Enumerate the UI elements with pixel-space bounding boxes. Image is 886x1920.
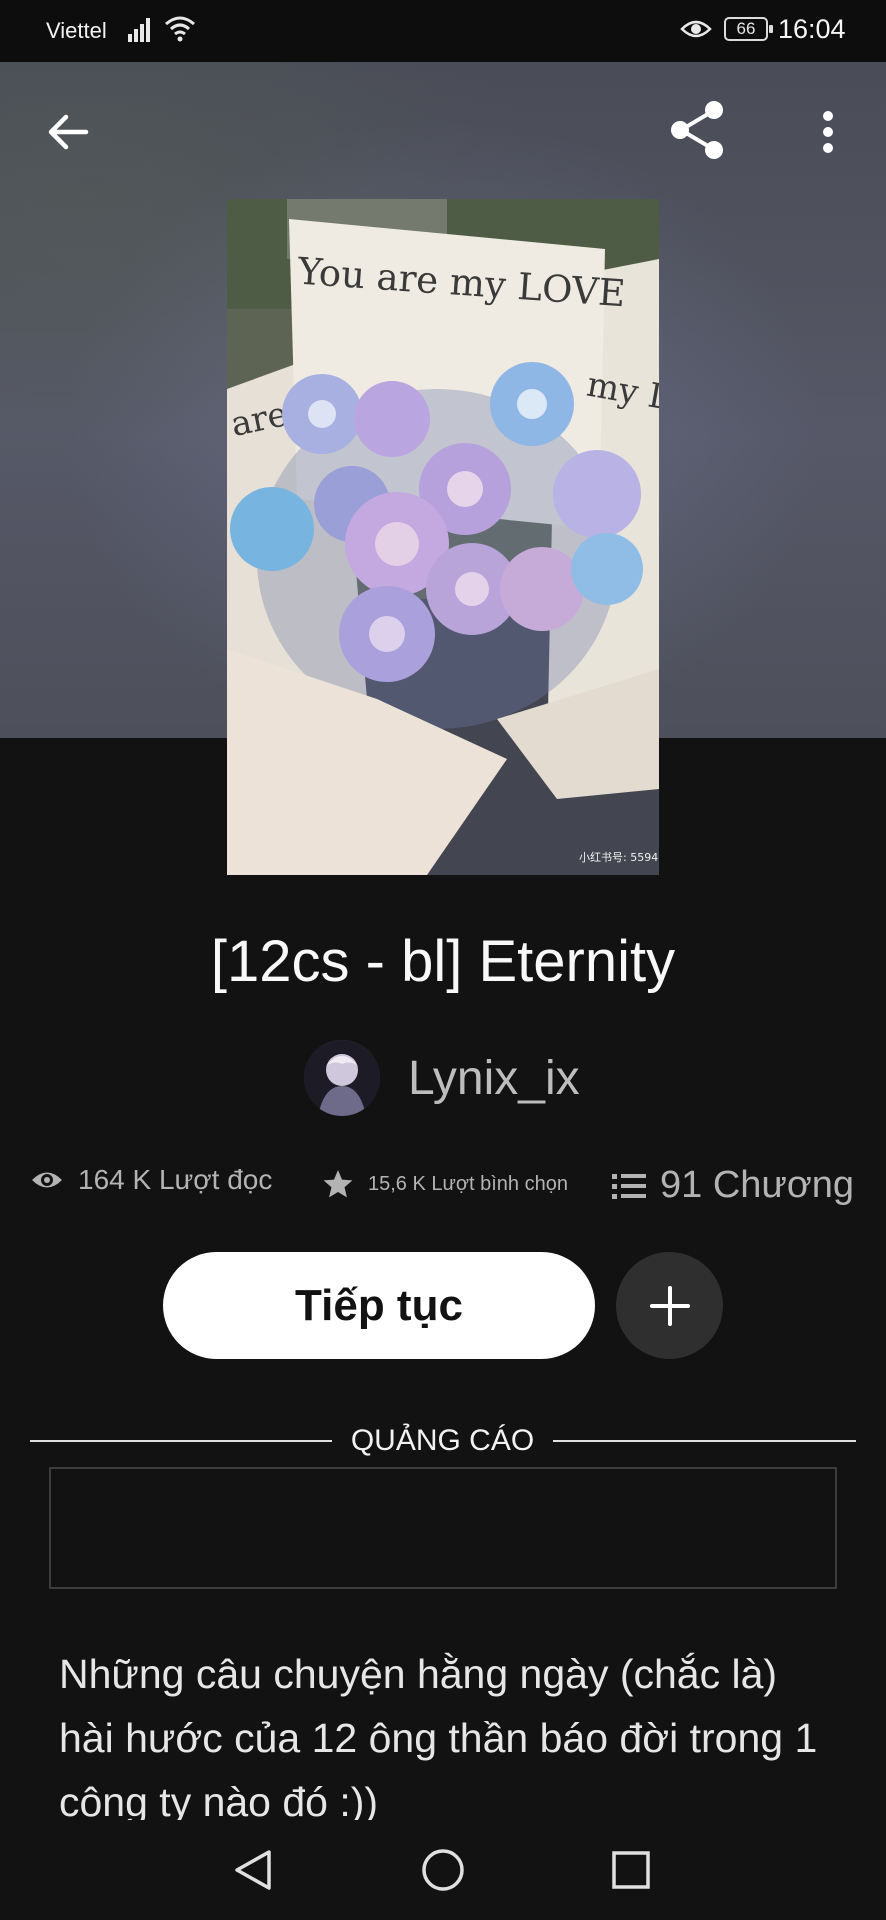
battery-indicator: 66	[724, 17, 773, 41]
eye-icon	[30, 1168, 64, 1192]
eye-comfort-icon	[680, 17, 712, 46]
add-to-library-button[interactable]	[616, 1252, 723, 1359]
author-name: Lynix_ix	[408, 1051, 580, 1105]
votes-stat: 15,6 K Lượt bình chọn	[322, 1168, 568, 1200]
ad-slot[interactable]	[49, 1467, 837, 1589]
divider	[553, 1440, 856, 1442]
list-icon	[612, 1172, 646, 1200]
reads-stat: 164 K Lượt đọc	[30, 1164, 272, 1196]
chapters-count: 91 Chương	[660, 1164, 855, 1206]
carrier-name: Viettel	[46, 18, 107, 43]
chapters-stat[interactable]: 91 Chương	[612, 1164, 854, 1207]
clock: 16:04	[778, 14, 846, 44]
continue-reading-button[interactable]: Tiếp tục	[163, 1252, 595, 1359]
triangle-back-icon	[235, 1850, 271, 1890]
cover-artwork: You are my LOVE are my L 小红书号: 55948	[227, 199, 659, 875]
story-description: Những câu chuyện hằng ngày (chắc là) hài…	[59, 1651, 818, 1822]
more-options-button[interactable]	[810, 100, 846, 164]
more-vertical-icon	[823, 111, 833, 153]
avatar	[304, 1040, 380, 1116]
circle-home-icon	[422, 1849, 464, 1891]
back-button[interactable]	[36, 100, 100, 164]
status-bar: Viettel 66 16:04	[0, 0, 886, 62]
cover-watermark: 小红书号: 55948	[579, 851, 659, 864]
nav-recents-button[interactable]	[603, 1842, 659, 1898]
nav-home-button[interactable]	[415, 1842, 471, 1898]
ad-header: QUẢNG CÁO	[30, 1422, 856, 1462]
arrow-left-icon	[48, 114, 89, 150]
story-title: [12cs - bl] Eternity	[210, 929, 676, 994]
system-nav-bar	[0, 1820, 886, 1920]
story-cover[interactable]: You are my LOVE are my L 小红书号: 55948	[227, 199, 659, 875]
story-stats: 164 K Lượt đọc 15,6 K Lượt bình chọn 91 …	[0, 1158, 886, 1208]
share-button[interactable]	[664, 96, 732, 164]
square-recents-icon	[612, 1851, 650, 1889]
author-link[interactable]: Lynix_ix	[304, 1040, 580, 1116]
reads-count: 164 K Lượt đọc	[78, 1164, 273, 1195]
divider	[30, 1440, 332, 1442]
votes-count: 15,6 K Lượt bình chọn	[368, 1172, 568, 1195]
plus-icon	[649, 1285, 690, 1326]
ad-label: QUẢNG CÁO	[350, 1424, 535, 1457]
share-icon	[671, 101, 723, 159]
wifi-icon	[164, 14, 196, 49]
star-icon	[322, 1168, 354, 1200]
nav-back-button[interactable]	[225, 1842, 281, 1898]
signal-icon	[128, 16, 156, 47]
